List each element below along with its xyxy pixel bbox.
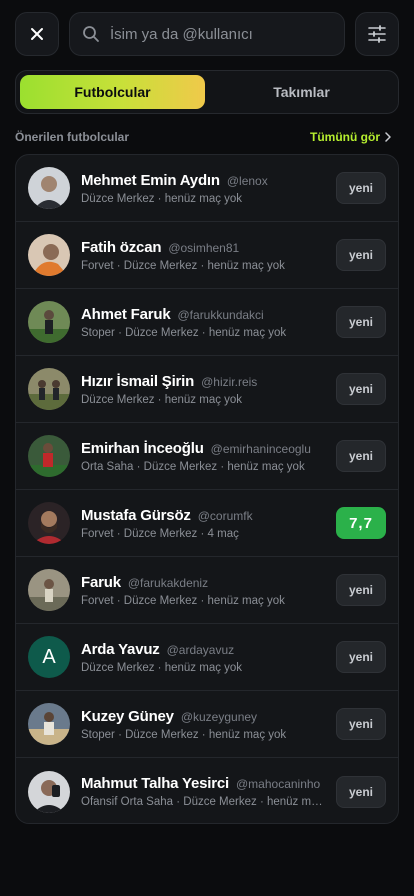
tab-footballers[interactable]: Futbolcular [20,75,205,109]
segmented-tabs: Futbolcular Takımlar [15,70,399,114]
player-row[interactable]: Ahmet Faruk @farukkundakci Stoper · Düzce… [16,289,398,356]
player-handle: @mahocaninho [236,777,321,791]
avatar [28,301,70,343]
player-meta: Stoper · Düzce Merkez · henüz maç yok [81,326,287,339]
tab-teams[interactable]: Takımlar [209,75,394,109]
player-meta: Düzce Merkez · henüz maç yok [81,661,243,674]
player-handle: @corumfk [197,508,253,523]
player-list: Mehmet Emin Aydın @lenox Düzce Merkez · h… [15,154,399,824]
search-icon [83,26,99,42]
rating-badge: yeni [336,574,386,606]
player-name: Mahmut Talha Yesirci [81,775,229,792]
rating-badge: yeni [336,641,386,673]
player-handle: @hizir.reis [201,374,258,389]
player-name: Emirhan İnceoğlu [81,439,204,457]
player-handle: @ardayavuz [166,642,235,657]
close-icon [31,28,43,40]
player-name: Fatih özcan [81,238,162,256]
avatar [28,167,70,209]
player-name: Hızır İsmail Şirin [81,372,195,390]
player-handle: @osimhen81 [168,240,240,255]
player-row[interactable]: Hızır İsmail Şirin @hizir.reis Düzce Merk… [16,356,398,423]
rating-badge: yeni [336,373,386,405]
player-name: Arda Yavuz [81,640,160,658]
avatar [28,770,70,813]
chevron-right-icon [385,132,391,142]
player-meta: Orta Saha · Düzce Merkez · henüz maç yok [81,460,305,473]
player-name: Kuzey Güney [81,707,174,725]
player-name: Faruk [81,573,121,591]
avatar [28,435,70,477]
player-name: Mustafa Gürsöz [81,506,191,524]
top-bar [15,12,399,56]
search-input[interactable] [110,25,332,43]
rating-badge: yeni [336,775,386,808]
player-row[interactable]: Mahmut Talha Yesirci @mahocaninho Ofansif… [16,758,398,823]
player-name: Mehmet Emin Aydın [81,171,220,189]
player-handle: @kuzeyguney [180,709,258,724]
player-row[interactable]: Kuzey Güney @kuzeyguney Stoper · Düzce Me… [16,691,398,758]
rating-badge: yeni [336,306,386,338]
player-meta: Ofansif Orta Saha · Düzce Merkez · henüz… [81,796,325,808]
avatar [28,569,70,611]
player-meta: Forvet · Düzce Merkez · henüz maç yok [81,594,285,607]
player-row[interactable]: Mehmet Emin Aydın @lenox Düzce Merkez · h… [16,155,398,222]
player-row[interactable]: Faruk @farukakdeniz Forvet · Düzce Merkez… [16,557,398,624]
section-header: Önerilen futbolcular Tümünü gör [15,128,392,146]
player-row[interactable]: A Arda Yavuz @ardayavuz Düzce Merkez · he… [16,624,398,691]
avatar [28,234,70,276]
rating-badge: yeni [336,708,386,740]
section-title: Önerilen futbolcular [15,130,130,144]
avatar-initial: A [28,636,70,678]
see-all-link[interactable]: Tümünü gör [310,130,392,144]
player-row[interactable]: Emirhan İnceoğlu @emirhaninceoglu Orta Sa… [16,423,398,490]
player-meta: Stoper · Düzce Merkez · henüz maç yok [81,728,287,741]
close-button[interactable] [15,12,59,56]
avatar [28,368,70,410]
avatar [28,703,70,745]
filter-button[interactable] [355,12,399,56]
player-meta: Forvet · Düzce Merkez · 4 maç [81,527,239,540]
player-handle: @lenox [226,173,268,188]
player-name: Ahmet Faruk [81,305,171,323]
rating-badge: 7,7 [336,507,386,539]
player-meta: Düzce Merkez · henüz maç yok [81,393,243,406]
rating-badge: yeni [336,239,386,271]
player-handle: @farukakdeniz [127,575,209,590]
player-row[interactable]: Fatih özcan @osimhen81 Forvet · Düzce Mer… [16,222,398,289]
search-field[interactable] [69,12,345,56]
player-row[interactable]: Mustafa Gürsöz @corumfk Forvet · Düzce Me… [16,490,398,557]
rating-badge: yeni [336,172,386,204]
see-all-label: Tümünü gör [310,130,380,144]
rating-badge: yeni [336,440,386,472]
avatar [28,502,70,544]
player-meta: Düzce Merkez · henüz maç yok [81,192,243,205]
player-handle: @emirhaninceoglu [210,441,311,456]
sliders-icon [368,25,386,43]
player-meta: Forvet · Düzce Merkez · henüz maç yok [81,259,285,272]
player-handle: @farukkundakci [177,307,264,322]
